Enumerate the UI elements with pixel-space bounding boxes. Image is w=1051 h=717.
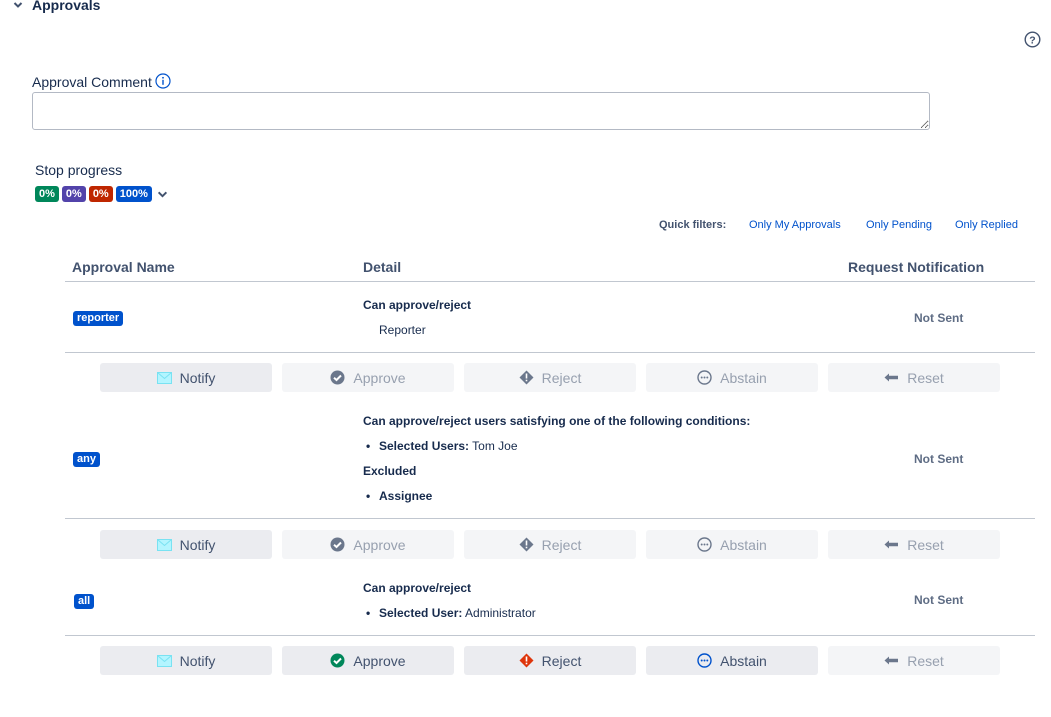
svg-text:?: ?: [1029, 34, 1035, 46]
notification-status: Not Sent: [914, 593, 964, 607]
warning-diamond-icon: [519, 370, 534, 385]
chevron-down-icon[interactable]: [12, 0, 24, 11]
row-divider: [65, 518, 1035, 519]
reset-button[interactable]: Reset: [828, 646, 1000, 675]
column-header-approval-name: Approval Name: [72, 259, 175, 275]
progress-badges: 0% 0% 0% 100%: [35, 186, 168, 202]
abstain-button[interactable]: Abstain: [646, 363, 818, 392]
approval-name-tag: any: [73, 452, 100, 467]
approval-comment-field[interactable]: [32, 92, 930, 130]
detail-selected-users: Selected Users: Tom Joe: [366, 439, 517, 453]
approve-button[interactable]: Approve: [282, 530, 454, 559]
detail-selected-user: Selected User: Administrator: [366, 606, 536, 620]
more-circle-icon: [697, 370, 712, 385]
header-divider: [65, 281, 1035, 282]
action-button-row: Notify Approve Reject Abstain Reset: [100, 646, 1000, 675]
action-button-row: Notify Approve Reject Abstain Reset: [100, 363, 1000, 392]
detail-title: Can approve/reject: [363, 298, 472, 312]
approval-name-tag: reporter: [73, 311, 124, 326]
notify-button[interactable]: Notify: [100, 363, 272, 392]
row-divider: [65, 352, 1035, 353]
approved-percent-badge: 0%: [35, 186, 59, 202]
column-header-detail: Detail: [363, 259, 402, 275]
reject-button[interactable]: Reject: [464, 530, 636, 559]
detail-excluded-label: Excluded: [363, 464, 417, 478]
filter-only-pending[interactable]: Only Pending: [866, 219, 932, 231]
more-circle-icon: [697, 653, 712, 668]
reject-button[interactable]: Reject: [464, 646, 636, 675]
section-title: Approvals: [32, 0, 101, 13]
approve-button[interactable]: Approve: [282, 646, 454, 675]
abstain-button[interactable]: Abstain: [646, 646, 818, 675]
undo-arrow-icon: [884, 373, 899, 382]
filter-only-my-approvals[interactable]: Only My Approvals: [749, 219, 841, 231]
notify-button[interactable]: Notify: [100, 530, 272, 559]
warning-diamond-icon: [519, 537, 534, 552]
envelope-icon: [156, 538, 172, 551]
reset-button[interactable]: Reset: [828, 363, 1000, 392]
stop-progress-label: Stop progress: [35, 162, 123, 178]
check-circle-icon: [330, 370, 345, 385]
detail-value: Reporter: [379, 323, 426, 337]
detail-title: Can approve/reject users satisfying one …: [363, 414, 751, 428]
approval-comment-label: Approval Comment: [32, 73, 171, 90]
reset-button[interactable]: Reset: [828, 530, 1000, 559]
help-icon[interactable]: ?: [1024, 31, 1041, 48]
notify-button[interactable]: Notify: [100, 646, 272, 675]
chevron-down-icon[interactable]: [157, 189, 168, 200]
row-divider: [65, 635, 1035, 636]
notification-status: Not Sent: [914, 452, 964, 466]
notification-status: Not Sent: [914, 311, 964, 325]
approval-name-tag: all: [74, 594, 95, 609]
column-header-request-notification: Request Notification: [848, 259, 985, 275]
abstained-percent-badge: 0%: [61, 186, 86, 202]
undo-arrow-icon: [884, 540, 899, 549]
more-circle-icon: [697, 537, 712, 552]
approvals-section-header[interactable]: Approvals: [12, 0, 100, 13]
warning-diamond-icon: [519, 653, 534, 668]
abstain-button[interactable]: Abstain: [646, 530, 818, 559]
rejected-percent-badge: 0%: [88, 186, 113, 202]
undo-arrow-icon: [884, 656, 899, 665]
envelope-icon: [156, 371, 172, 384]
check-circle-icon: [330, 653, 345, 668]
check-circle-icon: [330, 537, 345, 552]
pending-percent-badge: 100%: [115, 186, 152, 202]
quick-filters-label: Quick filters:: [659, 219, 727, 231]
detail-title: Can approve/reject: [363, 581, 472, 595]
reject-button[interactable]: Reject: [464, 363, 636, 392]
info-icon[interactable]: [155, 73, 171, 89]
action-button-row: Notify Approve Reject Abstain Reset: [100, 530, 1000, 559]
envelope-icon: [156, 654, 172, 667]
detail-excluded-item: Assignee: [366, 489, 432, 503]
filter-only-replied[interactable]: Only Replied: [955, 219, 1018, 231]
approve-button[interactable]: Approve: [282, 363, 454, 392]
